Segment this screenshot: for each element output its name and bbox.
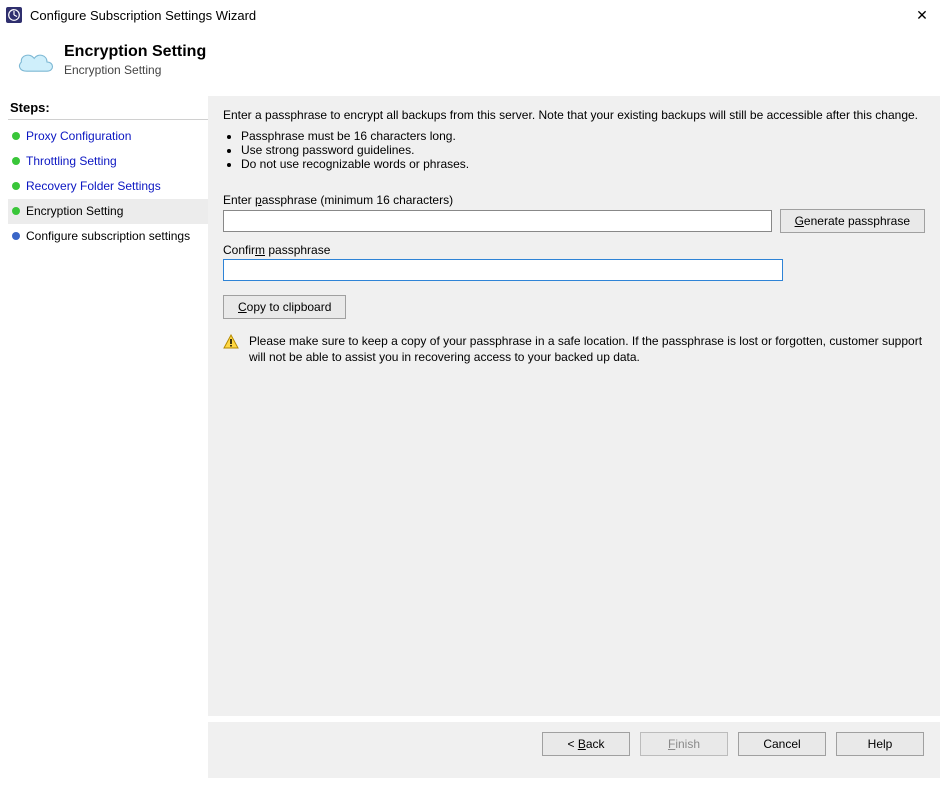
step-done-icon [12,157,20,165]
steps-list: Proxy Configuration Throttling Setting R… [8,124,208,249]
cloud-icon [8,43,64,80]
step-proxy-configuration[interactable]: Proxy Configuration [8,124,208,149]
step-recovery-folder-settings[interactable]: Recovery Folder Settings [8,174,208,199]
step-link[interactable]: Throttling Setting [26,154,117,169]
step-current-icon [12,207,20,215]
main-panel: Enter a passphrase to encrypt all backup… [208,96,940,716]
steps-heading: Steps: [8,96,208,120]
cancel-button[interactable]: Cancel [738,732,826,756]
rule-item: Use strong password guidelines. [241,143,925,157]
step-configure-subscription-settings: Configure subscription settings [8,224,208,249]
confirm-passphrase-row [223,259,783,281]
enter-passphrase-input[interactable] [223,210,772,232]
close-button[interactable]: ✕ [902,1,942,29]
passphrase-rules: Passphrase must be 16 characters long. U… [241,129,925,171]
generate-passphrase-button[interactable]: Generate passphrase [780,209,925,233]
window-title: Configure Subscription Settings Wizard [30,8,902,23]
enter-passphrase-row: Generate passphrase [223,209,925,233]
copy-row: Copy to clipboard [223,295,925,319]
step-label: Configure subscription settings [26,229,190,244]
enter-passphrase-label: Enter passphrase (minimum 16 characters) [223,193,925,207]
step-done-icon [12,182,20,190]
confirm-passphrase-input[interactable] [223,259,783,281]
wizard-window: Configure Subscription Settings Wizard ✕… [0,0,948,786]
wizard-header: Encryption Setting Encryption Setting [0,31,948,90]
page-subtitle: Encryption Setting [64,63,206,77]
page-title: Encryption Setting [64,43,206,61]
warning-icon [223,334,239,350]
step-label: Encryption Setting [26,204,123,219]
titlebar: Configure Subscription Settings Wizard ✕ [0,0,948,31]
intro-text: Enter a passphrase to encrypt all backup… [223,107,925,123]
step-throttling-setting[interactable]: Throttling Setting [8,149,208,174]
rule-item: Passphrase must be 16 characters long. [241,129,925,143]
copy-to-clipboard-button[interactable]: Copy to clipboard [223,295,346,319]
step-pending-icon [12,232,20,240]
app-icon [6,7,22,23]
finish-button: Finish [640,732,728,756]
wizard-footer: < Back Finish Cancel Help [208,722,940,778]
step-done-icon [12,132,20,140]
rule-item: Do not use recognizable words or phrases… [241,157,925,171]
passphrase-warning: Please make sure to keep a copy of your … [223,333,925,365]
confirm-passphrase-label: Confirm passphrase [223,243,925,257]
warning-text: Please make sure to keep a copy of your … [249,333,925,365]
help-button[interactable]: Help [836,732,924,756]
step-encryption-setting: Encryption Setting [8,199,208,224]
steps-sidebar: Steps: Proxy Configuration Throttling Se… [8,96,208,716]
wizard-body: Steps: Proxy Configuration Throttling Se… [0,90,948,722]
back-button[interactable]: < Back [542,732,630,756]
step-link[interactable]: Proxy Configuration [26,129,131,144]
step-link[interactable]: Recovery Folder Settings [26,179,161,194]
